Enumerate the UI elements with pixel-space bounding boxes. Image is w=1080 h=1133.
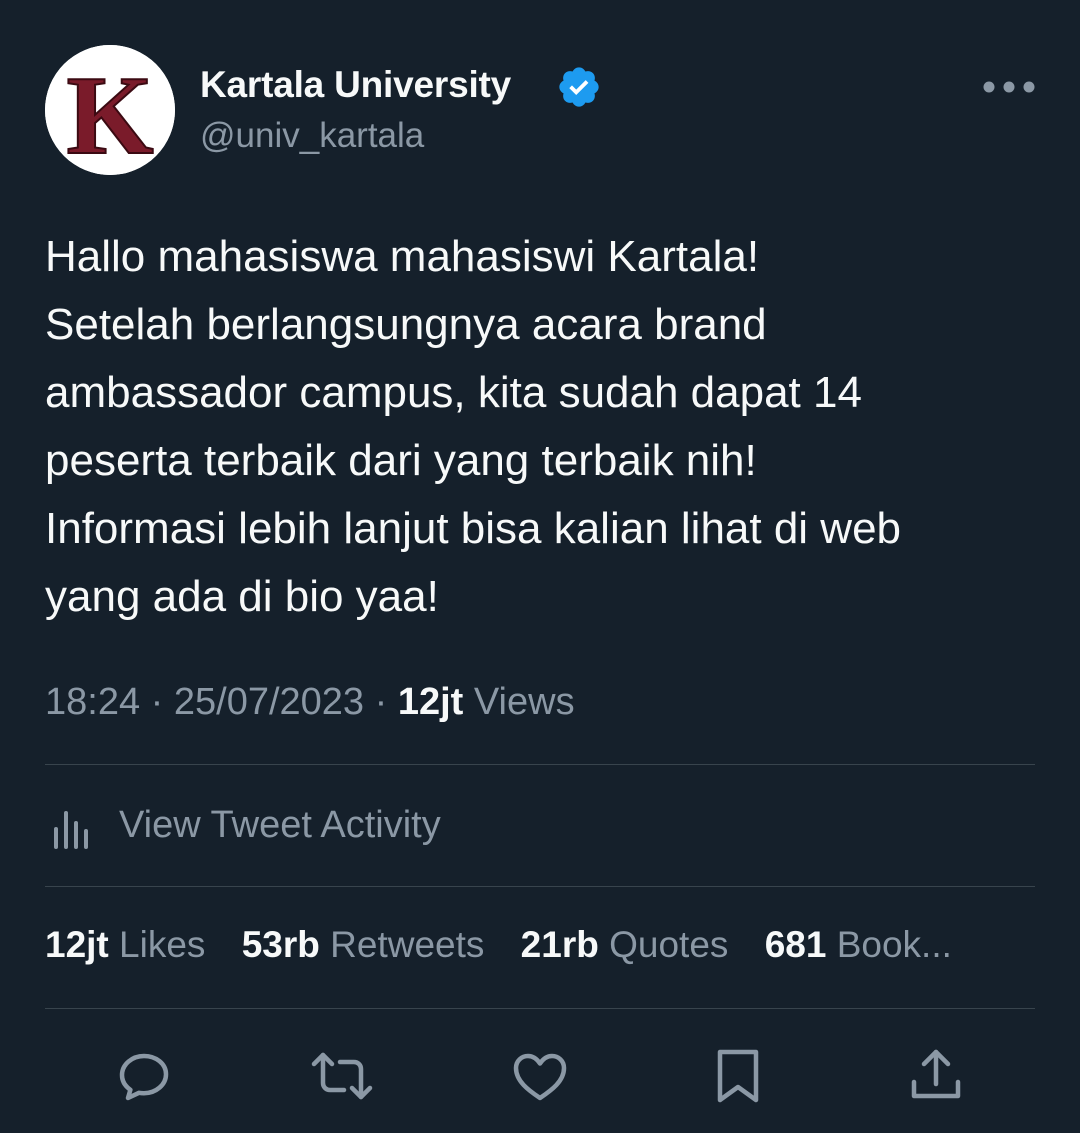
divider	[45, 1008, 1035, 1009]
tweet-line: Setelah berlangsungnya acara brand	[45, 300, 767, 349]
stat-bookmarks[interactable]: 681 Book...	[765, 924, 952, 965]
heart-icon	[513, 1053, 567, 1101]
stat-label: Book...	[836, 924, 952, 965]
retweet-button[interactable]	[310, 1044, 374, 1108]
reply-button[interactable]	[112, 1044, 176, 1108]
stat-likes[interactable]: 12jt Likes	[45, 924, 205, 965]
tweet-text: Hallo mahasiswa mahasiswi Kartala! Setel…	[45, 223, 1055, 631]
engagement-stats: 12jt Likes 53rb Retweets 21rb Quotes 681…	[45, 924, 1035, 966]
display-name[interactable]: Kartala University	[200, 64, 511, 106]
tweet-line: yang ada di bio yaa!	[45, 572, 439, 621]
like-button[interactable]	[508, 1044, 572, 1108]
tweet-time[interactable]: 18:24	[45, 681, 140, 723]
meta-separator: ·	[374, 681, 388, 723]
bookmark-button[interactable]	[706, 1044, 770, 1108]
stat-count: 12jt	[45, 924, 109, 965]
bar-chart-icon	[54, 811, 88, 849]
share-button[interactable]	[904, 1044, 968, 1108]
view-tweet-activity-button[interactable]: View Tweet Activity	[45, 790, 441, 860]
tweet-meta: 18:24 · 25/07/2023 · 12jt Views	[45, 681, 575, 724]
avatar[interactable]: K	[45, 45, 175, 175]
tweet-detail: K Kartala University @univ_kartala Hallo…	[0, 0, 1080, 1133]
svg-text:K: K	[66, 54, 153, 175]
verified-badge-icon	[559, 67, 599, 107]
stat-count: 681	[764, 924, 827, 965]
divider	[45, 764, 1035, 765]
tweet-line: peserta terbaik dari yang terbaik nih!	[45, 436, 757, 485]
stat-count: 53rb	[241, 924, 320, 965]
tweet-line: ambassador campus, kita sudah dapat 14	[45, 368, 862, 417]
more-options-icon[interactable]	[982, 76, 1036, 98]
account-handle[interactable]: @univ_kartala	[200, 116, 424, 156]
stat-label: Retweets	[330, 924, 485, 965]
divider	[45, 886, 1035, 887]
views-count: 12jt	[397, 681, 464, 723]
stat-count: 21rb	[520, 924, 599, 965]
stat-quotes[interactable]: 21rb Quotes	[521, 924, 729, 965]
stat-retweets[interactable]: 53rb Retweets	[242, 924, 485, 965]
reply-icon	[119, 1053, 169, 1101]
kartala-logo-icon: K	[45, 45, 175, 175]
stat-label: Likes	[119, 924, 206, 965]
activity-label: View Tweet Activity	[119, 803, 441, 846]
meta-separator: ·	[150, 681, 164, 723]
bookmark-icon	[717, 1049, 759, 1103]
action-bar	[0, 1040, 1080, 1120]
share-icon	[911, 1049, 961, 1099]
retweet-icon	[311, 1052, 373, 1100]
tweet-date[interactable]: 25/07/2023	[174, 681, 364, 723]
stat-label: Quotes	[609, 924, 729, 965]
tweet-line: Hallo mahasiswa mahasiswi Kartala!	[45, 232, 760, 281]
views-label: Views	[473, 681, 575, 723]
tweet-line: Informasi lebih lanjut bisa kalian lihat…	[45, 504, 902, 553]
